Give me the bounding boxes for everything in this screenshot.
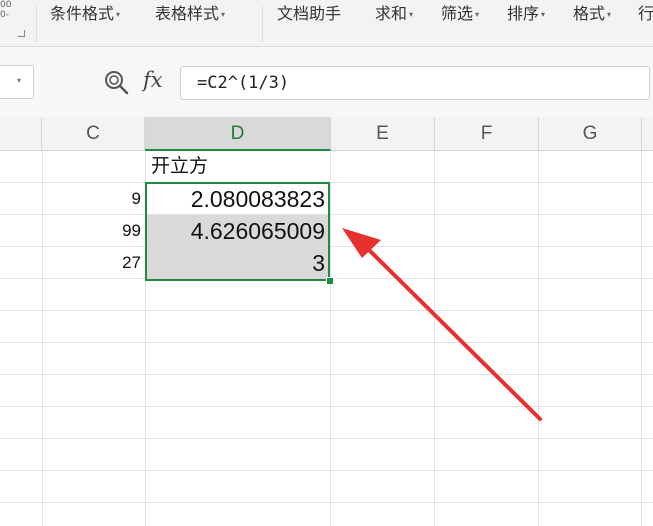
- grid-line: [0, 342, 653, 343]
- cell-d1[interactable]: 开立方: [146, 151, 330, 183]
- formula-input[interactable]: =C2^(1/3): [180, 66, 650, 100]
- chevron-down-icon: ▾: [607, 9, 612, 19]
- format-label: 格式: [573, 4, 606, 23]
- cell-c3[interactable]: 99: [43, 215, 141, 247]
- row-column-button[interactable]: 行: [638, 4, 653, 24]
- document-assistant-label: 文档助手: [277, 4, 342, 23]
- cell-c4[interactable]: 27: [43, 247, 141, 279]
- sum-label: 求和: [375, 4, 408, 23]
- table-style-label: 表格样式: [155, 4, 220, 23]
- chevron-down-icon: ▾: [541, 9, 546, 19]
- grid-line: [0, 438, 653, 439]
- toolbar-divider: [262, 6, 263, 42]
- column-header-g[interactable]: G: [539, 117, 642, 151]
- chevron-down-icon[interactable]: ▾: [17, 76, 21, 85]
- column-header-e[interactable]: E: [331, 117, 435, 151]
- chevron-down-icon: ▾: [475, 9, 480, 19]
- column-header-f[interactable]: F: [435, 117, 539, 151]
- formula-bar: ▾ fx =C2^(1/3): [0, 47, 653, 117]
- selection-range-border: [145, 182, 330, 281]
- conditional-format-label: 条件格式: [50, 4, 115, 23]
- zoom-icon[interactable]: [103, 69, 129, 95]
- sum-button[interactable]: 求和 ▾: [375, 4, 413, 24]
- format-button[interactable]: 格式 ▾: [573, 4, 611, 24]
- grid-line: [0, 406, 653, 407]
- toolbar-divider: [36, 6, 37, 42]
- column-header-partial[interactable]: [0, 117, 42, 151]
- grid-line: [0, 470, 653, 471]
- grid-line: [0, 374, 653, 375]
- row-column-label: 行: [638, 4, 653, 23]
- chevron-down-icon: ▾: [409, 9, 414, 19]
- group-expand-icon[interactable]: [18, 30, 25, 37]
- chevron-down-icon: ▾: [116, 9, 121, 19]
- filter-button[interactable]: 筛选 ▾: [441, 4, 479, 24]
- ribbon-toolbar: 00 0- 条件格式 ▾ 表格样式 ▾ 文档助手 求和 ▾ 筛选 ▾ 排序 ▾ 格式 ▾ 行: [0, 0, 653, 47]
- column-header-d[interactable]: D: [145, 117, 331, 151]
- column-header-c[interactable]: C: [42, 117, 145, 151]
- sort-label: 排序: [507, 4, 540, 23]
- fill-handle[interactable]: [326, 277, 334, 285]
- document-assistant-button[interactable]: 文档助手: [277, 4, 341, 24]
- grid-line: [0, 502, 653, 503]
- grid-line: [0, 310, 653, 311]
- fx-icon[interactable]: fx: [143, 68, 163, 92]
- table-style-button[interactable]: 表格样式 ▾: [155, 4, 225, 24]
- ribbon-corner-glyph: 00 0-: [0, 0, 12, 20]
- filter-label: 筛选: [441, 4, 474, 23]
- sort-button[interactable]: 排序 ▾: [507, 4, 545, 24]
- cell-c2[interactable]: 9: [43, 183, 141, 215]
- conditional-format-button[interactable]: 条件格式 ▾: [50, 4, 120, 24]
- column-header-partial[interactable]: [642, 117, 653, 151]
- chevron-down-icon: ▾: [221, 9, 226, 19]
